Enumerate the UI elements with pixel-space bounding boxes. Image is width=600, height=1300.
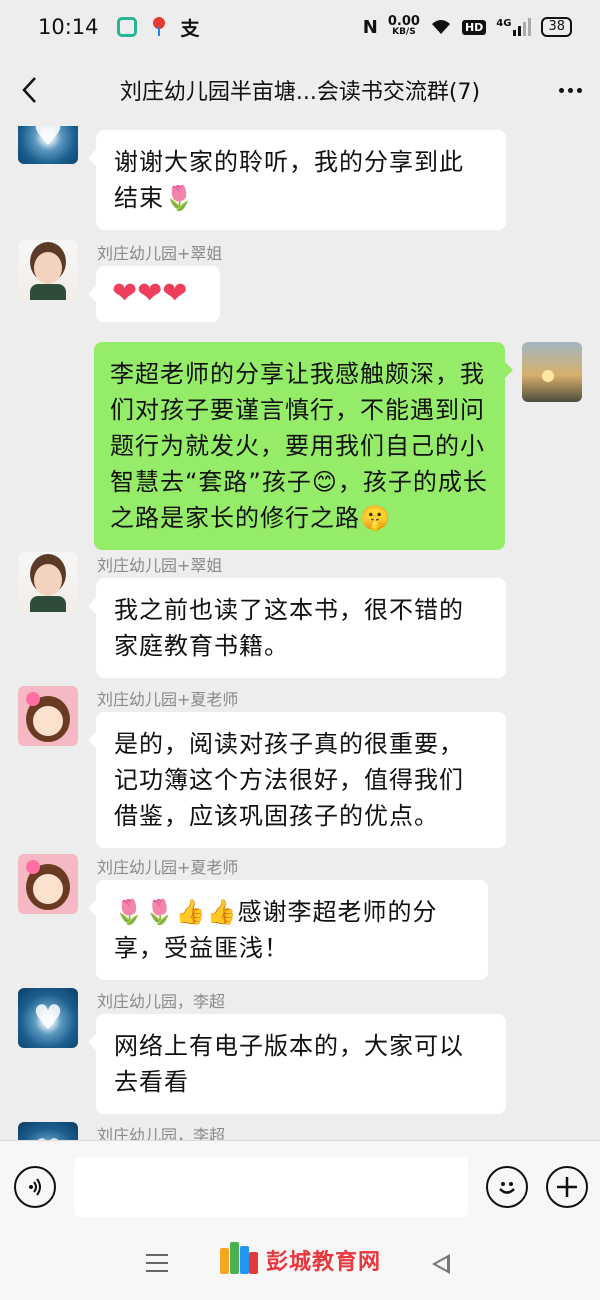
avatar-face	[33, 874, 63, 904]
signal-icon: 4G	[496, 18, 532, 36]
sender-name: 刘庄幼儿园+翠姐	[97, 556, 223, 575]
message-bubble[interactable]: 🌷🌷👍👍感谢李超老师的分享，受益匪浅！	[88, 880, 488, 980]
network-speed: 0.00 KB/S	[387, 14, 420, 38]
sunset-photo-avatar[interactable]	[522, 342, 582, 402]
watermark-text: 彭城教育网	[266, 1250, 382, 1275]
status-time: 10:14	[38, 15, 99, 39]
chat-header: 刘庄幼儿园半亩塘...会读书交流群(7)	[0, 54, 600, 126]
message-input[interactable]	[74, 1156, 468, 1217]
cartoon-girl-avatar[interactable]	[18, 686, 78, 746]
network-type: 4G	[496, 18, 512, 29]
girl-photo-avatar[interactable]	[18, 552, 78, 612]
avatar-dress	[30, 596, 66, 612]
chevron-left-icon	[22, 77, 36, 103]
message-bubble[interactable]: 是的，阅读对孩子真的很重要，记功簿这个方法很好，值得我们借鉴，应该巩固孩子的优点…	[88, 712, 506, 848]
blue-heart-avatar[interactable]	[18, 988, 78, 1048]
avatar-sun	[542, 370, 554, 382]
sender-name: 刘庄幼儿园，李超	[97, 1126, 226, 1140]
voice-icon	[29, 1177, 41, 1196]
alipay-icon: 支	[180, 17, 200, 40]
avatar-face	[33, 706, 63, 736]
more-dot-icon	[576, 87, 582, 93]
message-bubble[interactable]: 我之前也读了这本书，很不错的家庭教育书籍。	[88, 578, 506, 678]
sender-name: 刘庄幼儿园+翠姐	[97, 244, 223, 263]
back-button[interactable]	[0, 54, 60, 126]
hd-badge: HD	[461, 19, 487, 35]
voice-button[interactable]	[14, 1165, 56, 1208]
more-dot-icon	[558, 87, 564, 93]
message-bubble[interactable]: 网络上有电子版本的，大家可以去看看	[88, 1014, 506, 1114]
message-input-bar	[0, 1140, 600, 1232]
sender-name: 刘庄幼儿园，李超	[97, 992, 226, 1011]
avatar-face	[34, 252, 62, 284]
network-speed-unit: KB/S	[392, 27, 416, 37]
battery-icon: 38	[541, 17, 572, 37]
wifi-icon	[431, 20, 450, 34]
more-dot-icon	[567, 87, 573, 93]
nav-back-icon[interactable]	[432, 1254, 450, 1274]
watermark: 彭城教育网	[218, 1240, 381, 1280]
sender-name: 刘庄幼儿园+夏老师	[97, 690, 239, 709]
flower-icon	[26, 860, 40, 874]
message-bubble[interactable]: 李超老师的分享让我感触颇深，我们对孩子要谨言慎行，不能遇到问题行为就发火，要用我…	[94, 342, 513, 550]
status-bar: 10:14 支 N 0.00 KB/S HD 4G 38	[0, 0, 600, 54]
smile-icon	[499, 1181, 515, 1194]
avatar-face	[34, 564, 62, 596]
map-pin-icon	[151, 17, 167, 37]
plus-icon	[557, 1176, 577, 1197]
status-notification-icons: 支	[116, 14, 200, 41]
girl-photo-avatar[interactable]	[18, 240, 78, 300]
chat-title: 刘庄幼儿园半亩塘...会读书交流群(7)	[119, 80, 481, 105]
app-notification-icon	[116, 17, 137, 37]
cartoon-girl-avatar[interactable]	[18, 854, 78, 914]
book-logo-icon	[218, 1240, 258, 1280]
avatar-dress	[30, 284, 66, 300]
sender-name: 刘庄幼儿园+夏老师	[97, 858, 239, 877]
menu-icon[interactable]	[146, 1254, 168, 1278]
blue-heart-avatar[interactable]	[18, 1122, 78, 1140]
message-bubble[interactable]: ❤❤❤	[88, 266, 220, 322]
status-right-icons: N 0.00 KB/S HD 4G 38	[362, 14, 572, 38]
system-nav-bar: 彭城教育网	[0, 1232, 600, 1300]
flower-icon	[26, 692, 40, 706]
blue-heart-avatar[interactable]	[18, 126, 78, 164]
more-actions-button[interactable]	[546, 1165, 588, 1208]
chat-message-list[interactable]: 谢谢大家的聆听，我的分享到此结束🌷 刘庄幼儿园+翠姐 ❤❤❤ 李超老师的分享让我…	[0, 126, 600, 1140]
message-bubble[interactable]: 谢谢大家的聆听，我的分享到此结束🌷	[88, 130, 506, 230]
network-speed-value: 0.00	[387, 14, 420, 29]
emoji-button[interactable]	[486, 1165, 528, 1208]
more-options-button[interactable]	[540, 54, 600, 126]
nfc-icon: N	[362, 16, 378, 38]
